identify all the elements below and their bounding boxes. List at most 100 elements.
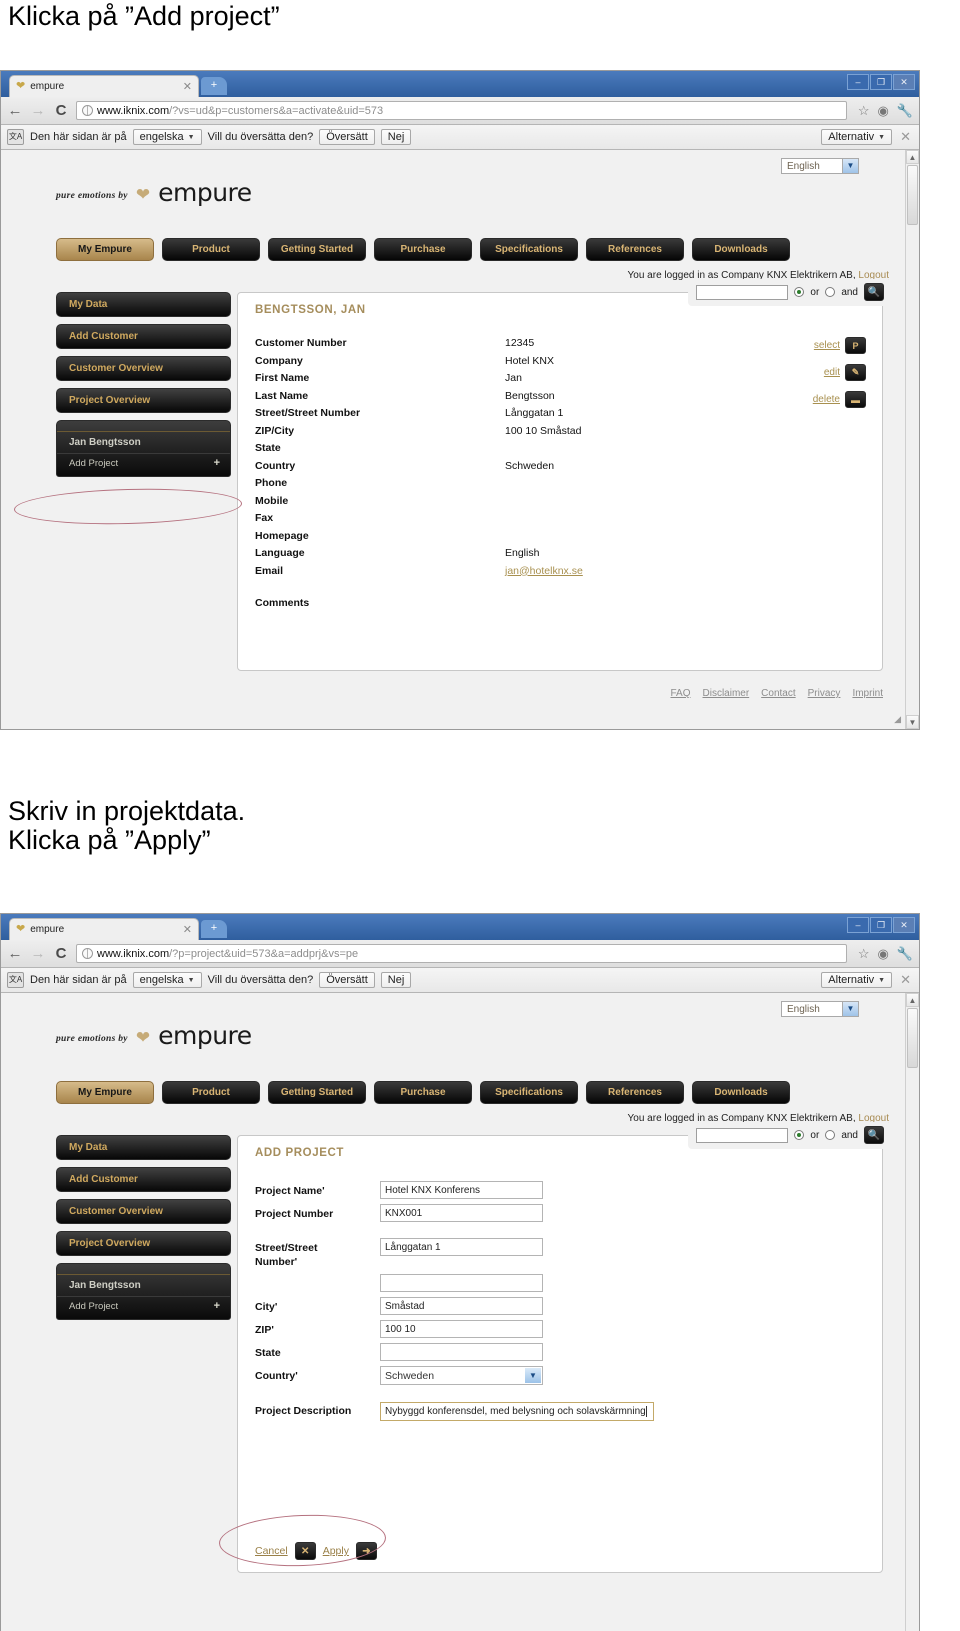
new-tab-button[interactable]: + <box>201 920 227 938</box>
translate-button[interactable]: Översätt <box>319 129 375 145</box>
close-icon[interactable]: ✕ <box>183 923 192 936</box>
street-input[interactable]: Långgatan 1 <box>380 1238 543 1256</box>
sidebar-item-my-data[interactable]: My Data <box>56 1135 231 1160</box>
nav-purchase[interactable]: Purchase <box>374 1081 472 1104</box>
scroll-down-icon[interactable]: ▼ <box>906 715 919 729</box>
sidebar-item-project-overview[interactable]: Project Overview <box>56 1231 231 1256</box>
country-select[interactable]: Schweden ▼ <box>380 1366 543 1385</box>
sidebar-item-add-project[interactable]: Add Project + <box>57 1296 230 1317</box>
scroll-up-icon[interactable]: ▲ <box>906 993 919 1007</box>
minimize-button[interactable]: – <box>847 74 869 90</box>
sidebar-item-add-customer[interactable]: Add Customer <box>56 1167 231 1192</box>
translate-language-select[interactable]: engelska ▼ <box>132 972 202 988</box>
city-input[interactable]: Småstad <box>380 1297 543 1315</box>
sidebar-item-add-project[interactable]: Add Project + <box>57 453 230 474</box>
scroll-up-icon[interactable]: ▲ <box>906 150 919 164</box>
language-select[interactable]: English ▼ <box>781 1001 859 1017</box>
maximize-button[interactable]: ❐ <box>870 74 892 90</box>
sidebar-selected-customer[interactable]: Jan Bengtsson <box>57 432 230 453</box>
project-number-input[interactable]: KNX001 <box>380 1204 543 1222</box>
minimize-button[interactable]: – <box>847 917 869 933</box>
search-input[interactable] <box>696 1127 789 1143</box>
sidebar-item-customer-overview[interactable]: Customer Overview <box>56 1199 231 1224</box>
state-input[interactable] <box>380 1343 543 1361</box>
search-input[interactable] <box>696 284 789 300</box>
footer-link-contact[interactable]: Contact <box>761 688 795 699</box>
close-window-button[interactable]: ✕ <box>893 74 915 90</box>
cancel-link[interactable]: Cancel <box>255 1545 288 1557</box>
radio-or[interactable] <box>794 1130 805 1140</box>
detail-value-email[interactable]: jan@hotelknx.se <box>505 563 865 581</box>
extension-icon[interactable]: ◉ <box>877 946 888 962</box>
forward-icon[interactable]: → <box>30 102 46 119</box>
cancel-icon[interactable]: ✕ <box>294 1542 316 1560</box>
translate-no-button[interactable]: Nej <box>380 972 412 988</box>
sidebar-item-project-overview[interactable]: Project Overview <box>56 388 231 413</box>
nav-product[interactable]: Product <box>162 1081 260 1104</box>
delete-link[interactable]: delete <box>813 394 840 405</box>
radio-and[interactable] <box>825 287 836 297</box>
search-icon[interactable]: 🔍 <box>864 283 884 301</box>
search-icon[interactable]: 🔍 <box>864 1126 884 1144</box>
bookmark-star-icon[interactable]: ☆ <box>858 103 870 119</box>
nav-getting-started[interactable]: Getting Started <box>268 1081 366 1104</box>
address-bar[interactable]: www.iknix.com /?vs=ud&p=customers&a=acti… <box>76 101 847 120</box>
back-icon[interactable]: ← <box>7 102 23 119</box>
pencil-icon[interactable]: ✎ <box>845 364 866 381</box>
language-select[interactable]: English ▼ <box>781 158 859 174</box>
translate-bar-close-icon[interactable]: ✕ <box>898 129 913 145</box>
translate-options-button[interactable]: Alternativ ▼ <box>821 129 893 145</box>
translate-button[interactable]: Översätt <box>319 972 375 988</box>
sidebar-item-add-customer[interactable]: Add Customer <box>56 324 231 349</box>
nav-downloads[interactable]: Downloads <box>692 238 790 261</box>
browser-tab[interactable]: ❤ empure ✕ <box>9 75 199 97</box>
nav-downloads[interactable]: Downloads <box>692 1081 790 1104</box>
sidebar-selected-customer[interactable]: Jan Bengtsson <box>57 1275 230 1296</box>
nav-specifications[interactable]: Specifications <box>480 238 578 261</box>
footer-link-disclaimer[interactable]: Disclaimer <box>703 688 750 699</box>
email-link[interactable]: jan@hotelknx.se <box>505 565 583 577</box>
forward-icon[interactable]: → <box>30 945 46 962</box>
wrench-menu-icon[interactable]: 🔧 <box>897 103 913 119</box>
resize-grip-icon[interactable]: ◢ <box>894 714 901 725</box>
select-link[interactable]: select <box>814 340 840 351</box>
nav-references[interactable]: References <box>586 1081 684 1104</box>
maximize-button[interactable]: ❐ <box>870 917 892 933</box>
scrollbar-thumb[interactable] <box>907 165 918 225</box>
zip-input[interactable]: 100 10 <box>380 1320 543 1338</box>
extension-icon[interactable]: ◉ <box>877 103 888 119</box>
project-name-input[interactable]: Hotel KNX Konferens <box>380 1181 543 1199</box>
radio-and[interactable] <box>825 1130 836 1140</box>
close-icon[interactable]: ✕ <box>183 80 192 93</box>
nav-specifications[interactable]: Specifications <box>480 1081 578 1104</box>
apply-link[interactable]: Apply <box>323 1545 349 1557</box>
select-icon[interactable]: P <box>845 337 866 354</box>
wrench-menu-icon[interactable]: 🔧 <box>897 946 913 962</box>
reload-icon[interactable]: C <box>53 102 69 119</box>
browser-tab[interactable]: ❤ empure ✕ <box>9 918 199 940</box>
footer-link-privacy[interactable]: Privacy <box>808 688 841 699</box>
sidebar-item-customer-overview[interactable]: Customer Overview <box>56 356 231 381</box>
nav-my-empure[interactable]: My Empure <box>56 238 154 261</box>
nav-getting-started[interactable]: Getting Started <box>268 238 366 261</box>
scrollbar-thumb[interactable] <box>907 1008 918 1068</box>
translate-options-button[interactable]: Alternativ ▼ <box>821 972 893 988</box>
nav-product[interactable]: Product <box>162 238 260 261</box>
translate-language-select[interactable]: engelska ▼ <box>132 129 202 145</box>
translate-no-button[interactable]: Nej <box>380 129 412 145</box>
reload-icon[interactable]: C <box>53 945 69 962</box>
close-window-button[interactable]: ✕ <box>893 917 915 933</box>
vertical-scrollbar-1[interactable]: ▲ ▼ <box>905 150 919 729</box>
nav-my-empure[interactable]: My Empure <box>56 1081 154 1104</box>
translate-bar-close-icon[interactable]: ✕ <box>898 972 913 988</box>
apply-arrow-icon[interactable]: ➜ <box>355 1542 377 1560</box>
nav-references[interactable]: References <box>586 238 684 261</box>
footer-link-imprint[interactable]: Imprint <box>852 688 883 699</box>
street-2-input[interactable] <box>380 1274 543 1292</box>
address-bar[interactable]: www.iknix.com /?p=project&uid=573&a=addp… <box>76 944 847 963</box>
minus-icon[interactable]: ▬ <box>845 391 866 408</box>
nav-purchase[interactable]: Purchase <box>374 238 472 261</box>
footer-link-faq[interactable]: FAQ <box>670 688 690 699</box>
back-icon[interactable]: ← <box>7 945 23 962</box>
project-description-textarea[interactable]: Nybyggd konferensdel, med belysning och … <box>380 1402 655 1421</box>
